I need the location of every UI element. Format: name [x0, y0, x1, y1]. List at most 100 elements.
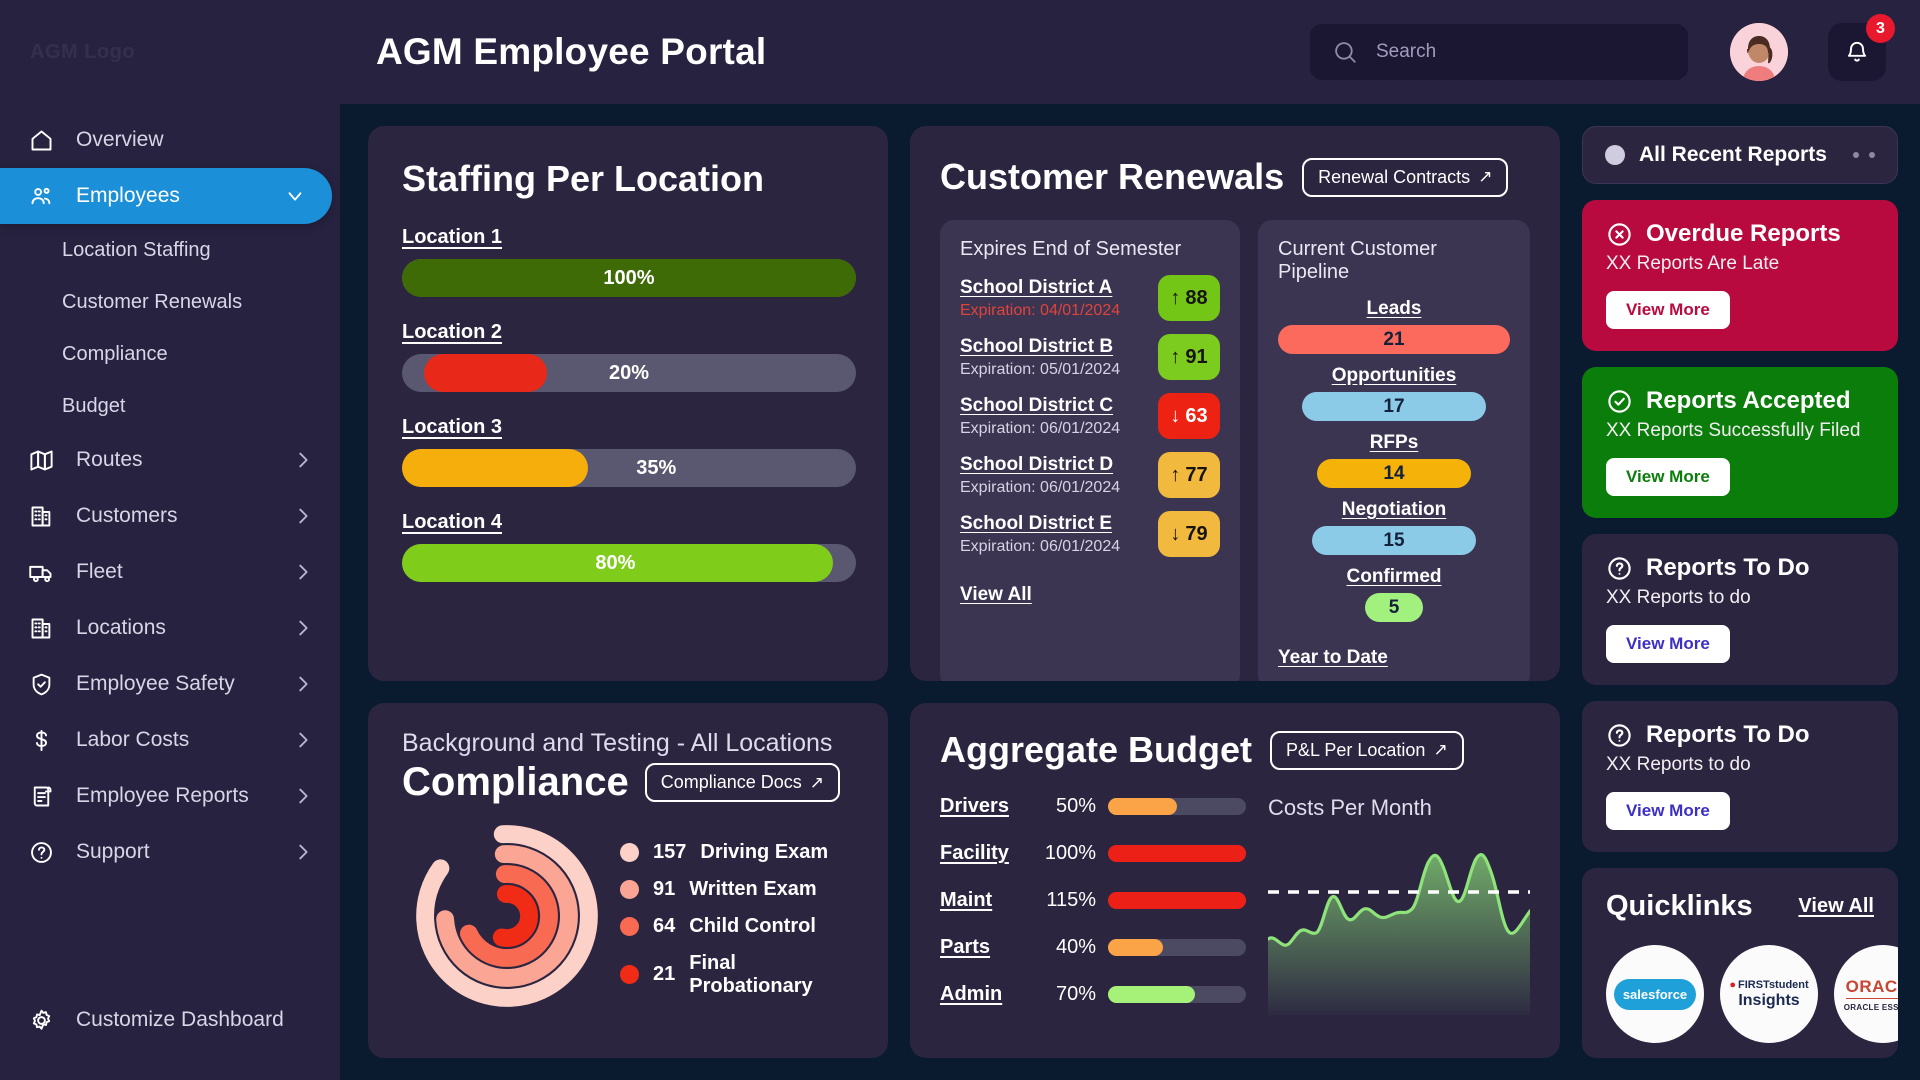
chevron-right-icon[interactable]: [292, 449, 314, 471]
oracle-label: ORACLE: [1845, 977, 1898, 999]
sidebar-item-routes[interactable]: Routes: [0, 432, 340, 488]
legend-label: Final Probationary: [689, 951, 813, 997]
truck-icon: [26, 557, 56, 587]
quicklinks-card: Quicklinks View All salesforce ● FIRSTstu…: [1582, 868, 1898, 1058]
sidebar-item-customers[interactable]: Customers: [0, 488, 340, 544]
sidebar-item-location-staffing[interactable]: Location Staffing: [0, 224, 340, 276]
district-score: 91: [1185, 345, 1208, 368]
legend-color-dot: [620, 879, 639, 899]
district-row[interactable]: School District D Expiration: 06/01/2024…: [960, 452, 1220, 498]
logo[interactable]: AGM Logo: [0, 0, 340, 104]
district-name: School District B: [960, 335, 1114, 357]
aggregate-budget-card: Aggregate Budget P&L Per Location ↗ Driv…: [910, 703, 1560, 1058]
view-all-link[interactable]: View All: [960, 584, 1032, 606]
sidebar-item-locations[interactable]: Locations: [0, 600, 340, 656]
legend-item: 64 Child Control: [620, 915, 858, 938]
overdue-reports-header: Overdue Reports: [1606, 220, 1874, 248]
sidebar-item-employees[interactable]: Employees: [0, 168, 332, 224]
salesforce-logo[interactable]: salesforce: [1606, 945, 1704, 1043]
reports-todo-subtitle: XX Reports to do: [1606, 754, 1751, 775]
overdue-view-more-button[interactable]: View More: [1606, 291, 1730, 329]
external-link-icon: ↗: [809, 772, 825, 792]
staffing-value: 100%: [603, 266, 655, 289]
todo-view-more-button-2[interactable]: View More: [1606, 792, 1730, 830]
sidebar-footer: Customize Dashboard: [0, 990, 340, 1080]
renewal-contracts-button[interactable]: Renewal Contracts ↗: [1302, 157, 1509, 197]
reports-todo-card-1: Reports To Do XX Reports to do View More: [1582, 534, 1898, 685]
sidebar-item-budget[interactable]: Budget: [0, 380, 340, 432]
chevron-right-icon[interactable]: [292, 673, 314, 695]
quicklinks-view-all-link[interactable]: View All: [1798, 895, 1874, 918]
todo-view-more-button-1[interactable]: View More: [1606, 625, 1730, 663]
first-student-insights-logo[interactable]: ● FIRSTstudent Insights: [1720, 945, 1818, 1043]
sidebar-item-customer-renewals[interactable]: Customer Renewals: [0, 276, 340, 328]
year-to-date-link[interactable]: Year to Date: [1278, 647, 1388, 669]
district-row[interactable]: School District C Expiration: 06/01/2024…: [960, 393, 1220, 439]
district-score-chip: ↓ 63: [1158, 393, 1220, 439]
staffing-per-location-card: Staffing Per Location Location 1 100% Lo…: [368, 126, 888, 681]
dashboard-root: AGM Logo Overview Employees Location Sta…: [0, 0, 1920, 1080]
pipeline-stage: RFPs 14: [1278, 432, 1510, 488]
status-dot-icon: [1605, 145, 1625, 165]
chevron-right-icon[interactable]: [292, 841, 314, 863]
budget-progress-bar: [1108, 845, 1246, 862]
legend-item: 157 Driving Exam: [620, 841, 858, 864]
sidebar-item-support[interactable]: Support: [0, 824, 340, 880]
all-recent-reports-bar[interactable]: All Recent Reports: [1582, 126, 1898, 184]
budget-row: Parts 40%: [940, 936, 1246, 959]
shield-check-icon: [26, 669, 56, 699]
district-row[interactable]: School District E Expiration: 06/01/2024…: [960, 511, 1220, 557]
sidebar-item-compliance[interactable]: Compliance: [0, 328, 340, 380]
avatar[interactable]: [1730, 23, 1788, 81]
staffing-progress-bar[interactable]: 100%: [402, 259, 856, 297]
sidebar-item-fleet[interactable]: Fleet: [0, 544, 340, 600]
budget-row: Facility 100%: [940, 842, 1246, 865]
notifications-button[interactable]: 3: [1828, 14, 1895, 81]
staffing-progress-bar[interactable]: 35%: [402, 449, 856, 487]
sidebar-item-employee-safety[interactable]: Employee Safety: [0, 656, 340, 712]
legend-label: Written Exam: [689, 877, 817, 900]
budget-percent: 115%: [1046, 889, 1096, 911]
chevron-right-icon[interactable]: [292, 729, 314, 751]
compliance-docs-button[interactable]: Compliance Docs ↗: [644, 763, 841, 802]
staffing-progress-bar[interactable]: 20%: [402, 354, 856, 392]
chevron-right-icon[interactable]: [292, 617, 314, 639]
chevron-down-icon[interactable]: [284, 185, 306, 207]
sidebar-item-employee-reports[interactable]: Employee Reports: [0, 768, 340, 824]
legend-count: 21: [653, 963, 676, 985]
pipeline-stage: Negotiation 15: [1278, 499, 1510, 555]
staffing-value: 20%: [608, 361, 650, 384]
search-input[interactable]: Search: [1310, 24, 1688, 80]
compliance-title: Compliance: [402, 760, 629, 804]
salesforce-label: salesforce: [1613, 978, 1697, 1010]
sidebar-item-label: Locations: [76, 616, 166, 639]
sidebar-item-labor-costs[interactable]: Labor Costs: [0, 712, 340, 768]
accepted-view-more-button[interactable]: View More: [1606, 458, 1730, 496]
district-row[interactable]: School District B Expiration: 05/01/2024…: [960, 334, 1220, 380]
more-options-icon[interactable]: [1853, 152, 1875, 158]
compliance-radial-chart: [402, 811, 612, 1021]
sidebar-item-overview[interactable]: Overview: [0, 112, 340, 168]
district-name: School District C: [960, 394, 1114, 416]
customize-dashboard-button[interactable]: Customize Dashboard: [0, 990, 340, 1050]
sidebar-nav: Overview Employees Location Staffing Cus…: [0, 104, 340, 990]
reports-todo-subtitle: XX Reports to do: [1606, 587, 1751, 608]
oracle-essbase-logo[interactable]: ORACLE ORACLE ESSBASE: [1834, 945, 1898, 1043]
chevron-right-icon[interactable]: [292, 505, 314, 527]
x-circle-icon: [1608, 222, 1631, 246]
chevron-right-icon[interactable]: [292, 785, 314, 807]
pipeline-stage-value: 5: [1388, 596, 1400, 618]
costs-per-month-chart: Costs Per Month: [1266, 795, 1532, 1030]
legend-color-dot: [620, 916, 639, 936]
pl-per-location-button[interactable]: P&L Per Location ↗: [1270, 730, 1464, 770]
district-row[interactable]: School District A Expiration: 04/01/2024…: [960, 275, 1220, 321]
district-expiration: Expiration: 04/01/2024: [960, 301, 1121, 319]
sidebar-item-label: Customers: [76, 504, 178, 527]
staffing-row: Location 2 20%: [402, 321, 856, 392]
map-icon: [26, 445, 56, 475]
chevron-right-icon[interactable]: [292, 561, 314, 583]
budget-header: Aggregate Budget P&L Per Location ↗: [940, 729, 1530, 771]
staffing-progress-bar[interactable]: 80%: [402, 544, 856, 582]
renewals-title: Customer Renewals: [940, 156, 1285, 197]
legend-count: 157: [653, 840, 687, 863]
